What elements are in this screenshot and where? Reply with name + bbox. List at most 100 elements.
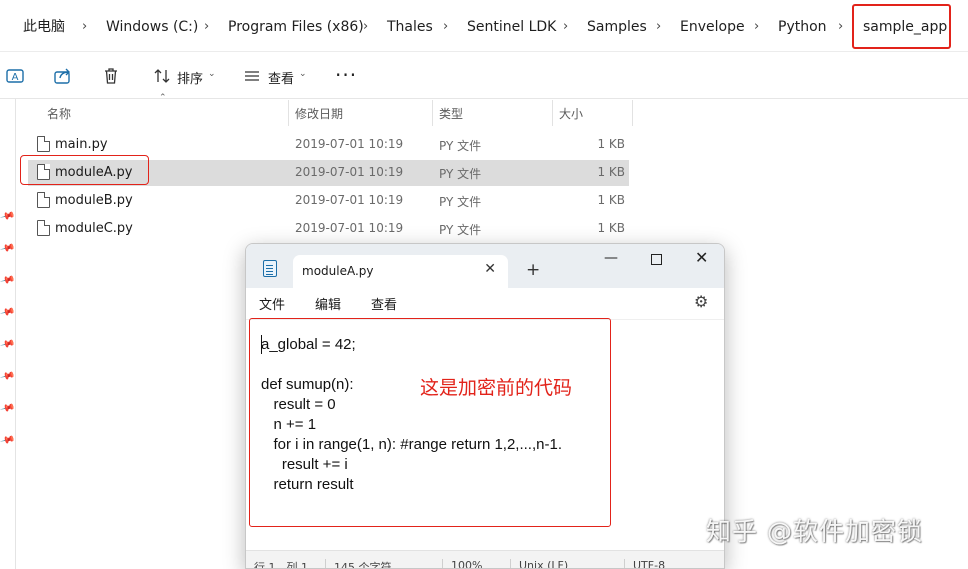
notepad-app-icon [263,260,277,277]
delete-icon[interactable] [101,66,121,86]
file-date: 2019-07-01 10:19 [295,137,404,151]
crumb-windows-c[interactable]: Windows (C:) [106,18,198,36]
crumb-sentinel-ldk[interactable]: Sentinel LDK [467,18,556,36]
highlight-box-sample-app [852,4,951,49]
file-type: PY 文件 [439,167,482,181]
crumb-separator[interactable]: › [656,18,661,36]
pin-icon: 📌 [0,272,16,289]
file-row[interactable]: moduleB.py 2019-07-01 10:19 PY 文件 1 KB [28,188,629,214]
file-date: 2019-07-01 10:19 [295,165,404,179]
share-icon[interactable] [53,66,73,86]
code-line: def sumup(n): [261,376,354,393]
crumb-thales[interactable]: Thales [387,18,433,36]
code-line: n += 1 [261,416,317,433]
pin-icon: 📌 [0,432,16,449]
chevron-down-icon[interactable]: ⌄ [208,69,216,79]
highlight-box-modulea [20,155,149,185]
new-tab-button[interactable]: + [526,260,540,280]
column-header-type[interactable]: 类型 [439,105,463,122]
crumb-separator[interactable]: › [204,18,209,36]
code-line: for i in range(1, n): #range return 1,2,… [261,436,563,453]
crumb-samples[interactable]: Samples [587,18,647,36]
pin-icon: 📌 [0,400,16,417]
status-divider [442,559,443,568]
svg-text:A: A [12,72,19,83]
column-header-size[interactable]: 大小 [559,105,583,122]
pin-icon: 📌 [0,240,16,257]
file-size: 1 KB [597,193,625,207]
file-icon [37,192,50,208]
crumb-separator[interactable]: › [838,18,843,36]
column-divider[interactable] [432,100,433,126]
sort-ascending-icon: ⌃ [159,93,167,103]
file-name: moduleB.py [55,193,133,208]
more-options-button[interactable]: ··· [335,63,357,87]
view-icon[interactable] [242,66,262,86]
notepad-editor[interactable]: a_global = 42; def sumup(n): result = 0 … [246,318,724,550]
pin-icon: 📌 [0,368,16,385]
notepad-titlebar[interactable]: moduleA.py ✕ + — ✕ [246,244,724,288]
status-line-ending: Unix (LF) [519,559,569,569]
file-name: main.py [55,137,108,152]
notepad-tab[interactable]: moduleA.py ✕ [293,255,508,288]
code-line: a_global = 42; [261,336,356,353]
chevron-down-icon[interactable]: ⌄ [299,69,307,79]
file-date: 2019-07-01 10:19 [295,193,404,207]
command-bar: A 排序 ⌄ 查看 ⌄ ··· [0,53,968,99]
crumb-program-files[interactable]: Program Files (x86) [228,18,364,36]
close-window-icon[interactable]: ✕ [695,248,708,267]
crumb-this-pc[interactable]: 此电脑 [23,18,65,36]
navigation-pane-edge[interactable]: 📌 📌 📌 📌 📌 📌 📌 📌 [0,99,16,569]
status-divider [510,559,511,568]
status-encoding: UTF-8 [633,559,666,569]
crumb-envelope[interactable]: Envelope [680,18,745,36]
status-cursor-position: 行 1，列 1 [254,561,308,569]
file-row[interactable]: moduleC.py 2019-07-01 10:19 PY 文件 1 KB [28,216,629,242]
crumb-python[interactable]: Python [778,18,827,36]
crumb-separator[interactable]: › [363,18,368,36]
column-header-date[interactable]: 修改日期 [295,105,343,122]
file-type: PY 文件 [439,139,482,153]
column-divider[interactable] [632,100,633,126]
menu-edit[interactable]: 编辑 [315,294,341,313]
column-divider[interactable] [552,100,553,126]
file-name: moduleC.py [55,221,133,236]
minimize-icon[interactable]: — [604,250,618,266]
file-type: PY 文件 [439,195,482,209]
file-type: PY 文件 [439,223,482,237]
crumb-separator[interactable]: › [563,18,568,36]
annotation-text: 这是加密前的代码 [420,377,573,399]
code-line: return result [261,476,354,493]
code-line: result = 0 [261,396,336,413]
sort-icon[interactable] [152,66,172,86]
watermark-text: 知乎 @软件加密锁 [706,517,923,546]
crumb-separator[interactable]: › [82,18,87,36]
address-breadcrumb: 此电脑 › Windows (C:) › Program Files (x86)… [0,0,968,52]
pin-icon: 📌 [0,208,16,225]
crumb-separator[interactable]: › [443,18,448,36]
status-divider [325,559,326,568]
menu-file[interactable]: 文件 [259,294,285,313]
rename-icon[interactable]: A [5,66,25,86]
code-line: result += i [261,456,348,473]
notepad-tab-title: moduleA.py [302,264,374,278]
column-header-name[interactable]: 名称 [47,105,71,122]
notepad-window: moduleA.py ✕ + — ✕ 文件 编辑 查看 ⚙ a_global =… [245,243,725,569]
notepad-statusbar: 行 1，列 1 145 个字符 100% Unix (LF) UTF-8 [246,550,724,569]
status-zoom[interactable]: 100% [451,559,482,568]
file-icon [37,220,50,236]
crumb-separator[interactable]: › [754,18,759,36]
gear-icon[interactable]: ⚙ [694,292,708,311]
close-tab-icon[interactable]: ✕ [484,261,496,277]
maximize-icon[interactable] [651,254,662,265]
file-icon [37,136,50,152]
sort-button[interactable]: 排序 [177,68,203,87]
file-date: 2019-07-01 10:19 [295,221,404,235]
pin-icon: 📌 [0,336,16,353]
view-button[interactable]: 查看 [268,68,294,87]
file-size: 1 KB [597,137,625,151]
column-divider[interactable] [288,100,289,126]
file-size: 1 KB [597,221,625,235]
file-size: 1 KB [597,165,625,179]
menu-view[interactable]: 查看 [371,294,397,313]
